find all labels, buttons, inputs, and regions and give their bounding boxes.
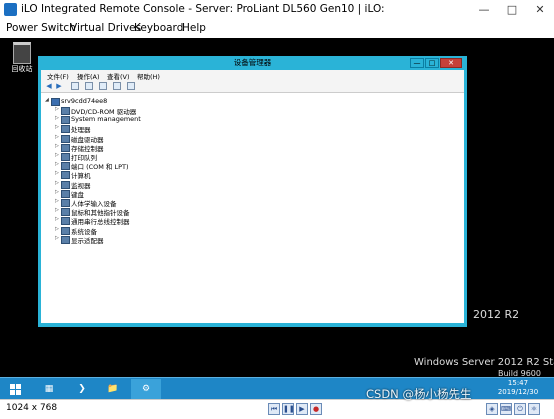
device-category-icon (61, 171, 70, 180)
expand-arrow-icon[interactable]: ▷ (55, 161, 59, 167)
dm-menubar: 文件(F) 操作(A) 查看(V) 帮助(H) (41, 70, 464, 81)
show-hide-tree-icon[interactable] (85, 82, 93, 90)
csdn-watermark: CSDN @杨小杨先生 (366, 387, 472, 401)
menu-keyboard[interactable]: Keyboard (134, 22, 183, 34)
server-manager-icon[interactable]: ▦ (33, 379, 65, 399)
tree-root-label: srv9cdd74ee8 (61, 97, 108, 105)
dm-minimize-button[interactable]: — (410, 58, 424, 68)
os-build-line: Build 9600 (498, 369, 541, 377)
device-manager-task-icon[interactable]: ⚙ (131, 379, 161, 399)
menu-help[interactable]: Help (182, 22, 206, 34)
device-category-icon (61, 217, 70, 226)
device-category-icon (61, 116, 70, 125)
keyboard-status-icon[interactable]: ⌨ (500, 403, 512, 415)
os-version-line: Windows Server 2012 R2 Standard (414, 357, 554, 368)
expand-arrow-icon[interactable]: ▷ (55, 134, 59, 140)
pause-icon[interactable]: ❚❚ (282, 403, 295, 415)
windows-logo-icon (10, 384, 15, 389)
lock-icon[interactable]: ◈ (486, 403, 498, 415)
clock-time: 15:47 (507, 379, 529, 387)
expand-arrow-icon[interactable]: ▷ (55, 207, 59, 213)
start-button[interactable] (3, 379, 29, 399)
expand-arrow-icon[interactable]: ▷ (55, 106, 59, 112)
dm-toolbar: ◀ ▶ (41, 80, 464, 93)
device-category-icon (61, 208, 70, 217)
update-driver-icon[interactable] (113, 82, 121, 90)
device-manager-window: 设备管理器 — □ ✕ 文件(F) 操作(A) 查看(V) 帮助(H) ◀ ▶ … (38, 56, 467, 327)
powershell-icon[interactable]: ❯ (68, 379, 96, 399)
ilo-statusbar: 1024 x 768 ⏮ ❚❚ ▶ ● ◈ ⌨ ⏻ ⚛ (0, 399, 554, 419)
device-tree-pane: ◢ srv9cdd74ee8 ▷ DVD/CD-ROM 驱动器 ▷ System mana… (41, 93, 464, 323)
recycle-bin[interactable]: 回收站 (8, 42, 36, 74)
expand-arrow-icon[interactable]: ▷ (55, 115, 59, 121)
device-category-icon (61, 180, 70, 189)
menu-virtual-drives[interactable]: Virtual Drives (70, 22, 141, 34)
expand-arrow-icon[interactable]: ▷ (55, 226, 59, 232)
device-category-icon (61, 107, 70, 115)
ilo-titlebar: iLO Integrated Remote Console - Server: … (0, 0, 554, 21)
ilo-menubar: Power Switch Virtual Drives Keyboard Hel… (0, 20, 554, 37)
device-category-icon (61, 235, 70, 244)
collapse-arrow-icon[interactable]: ◢ (45, 97, 49, 103)
system-tray-clock[interactable]: 15:47 2019/12/30 (488, 379, 548, 399)
properties-icon[interactable] (71, 82, 79, 90)
record-icon[interactable]: ● (310, 403, 322, 415)
back-arrow-icon[interactable]: ◀ (45, 82, 53, 90)
help-icon[interactable] (99, 82, 107, 90)
device-category-label: System management (71, 115, 141, 124)
expand-arrow-icon[interactable]: ▷ (55, 235, 59, 241)
power-status-icon[interactable]: ⏻ (514, 403, 526, 415)
device-category-icon (61, 162, 70, 171)
recycle-bin-icon (13, 42, 31, 64)
device-category-icon (61, 199, 70, 207)
file-explorer-icon[interactable]: 📁 (99, 379, 127, 399)
expand-arrow-icon[interactable]: ▷ (55, 170, 59, 176)
device-category-icon (61, 125, 70, 134)
recycle-bin-label: 回收站 (11, 65, 33, 73)
dm-maximize-button[interactable]: □ (425, 58, 439, 68)
desktop-edition-watermark: 2012 R2 (473, 308, 520, 321)
remote-desktop[interactable]: 回收站 2012 R2 Windows Server 2012 R2 Stand… (0, 38, 554, 377)
clock-date: 2019/12/30 (497, 388, 539, 396)
menu-power-switch[interactable]: Power Switch (6, 22, 76, 34)
device-category-icon (61, 153, 70, 161)
screen-resolution: 1024 x 768 (6, 403, 58, 413)
minimize-button[interactable]: — (470, 0, 498, 20)
dm-close-button[interactable]: ✕ (440, 58, 462, 68)
expand-arrow-icon[interactable]: ▷ (55, 180, 59, 186)
expand-arrow-icon[interactable]: ▷ (55, 152, 59, 158)
encryption-status-icon[interactable]: ⚛ (528, 403, 540, 415)
ilo-window-title: iLO Integrated Remote Console - Server: … (21, 3, 385, 15)
expand-arrow-icon[interactable]: ▷ (55, 124, 59, 130)
maximize-button[interactable]: □ (498, 0, 526, 20)
forward-arrow-icon[interactable]: ▶ (55, 82, 63, 90)
device-category-label: 显示适配器 (71, 236, 104, 245)
expand-arrow-icon[interactable]: ▷ (55, 143, 59, 149)
expand-arrow-icon[interactable]: ▷ (55, 216, 59, 222)
close-button[interactable]: ✕ (526, 0, 554, 20)
device-category-icon (61, 226, 70, 235)
rewind-icon[interactable]: ⏮ (268, 403, 280, 415)
scan-hardware-icon[interactable] (127, 82, 135, 90)
expand-arrow-icon[interactable]: ▷ (55, 189, 59, 195)
device-manager-title: 设备管理器 (233, 58, 272, 67)
expand-arrow-icon[interactable]: ▷ (55, 198, 59, 204)
play-icon[interactable]: ▶ (296, 403, 308, 415)
device-category-icon (61, 134, 70, 143)
device-category-icon (61, 143, 70, 152)
device-category-icon (61, 189, 70, 198)
computer-icon (51, 98, 60, 106)
ilo-app-icon (4, 3, 17, 16)
